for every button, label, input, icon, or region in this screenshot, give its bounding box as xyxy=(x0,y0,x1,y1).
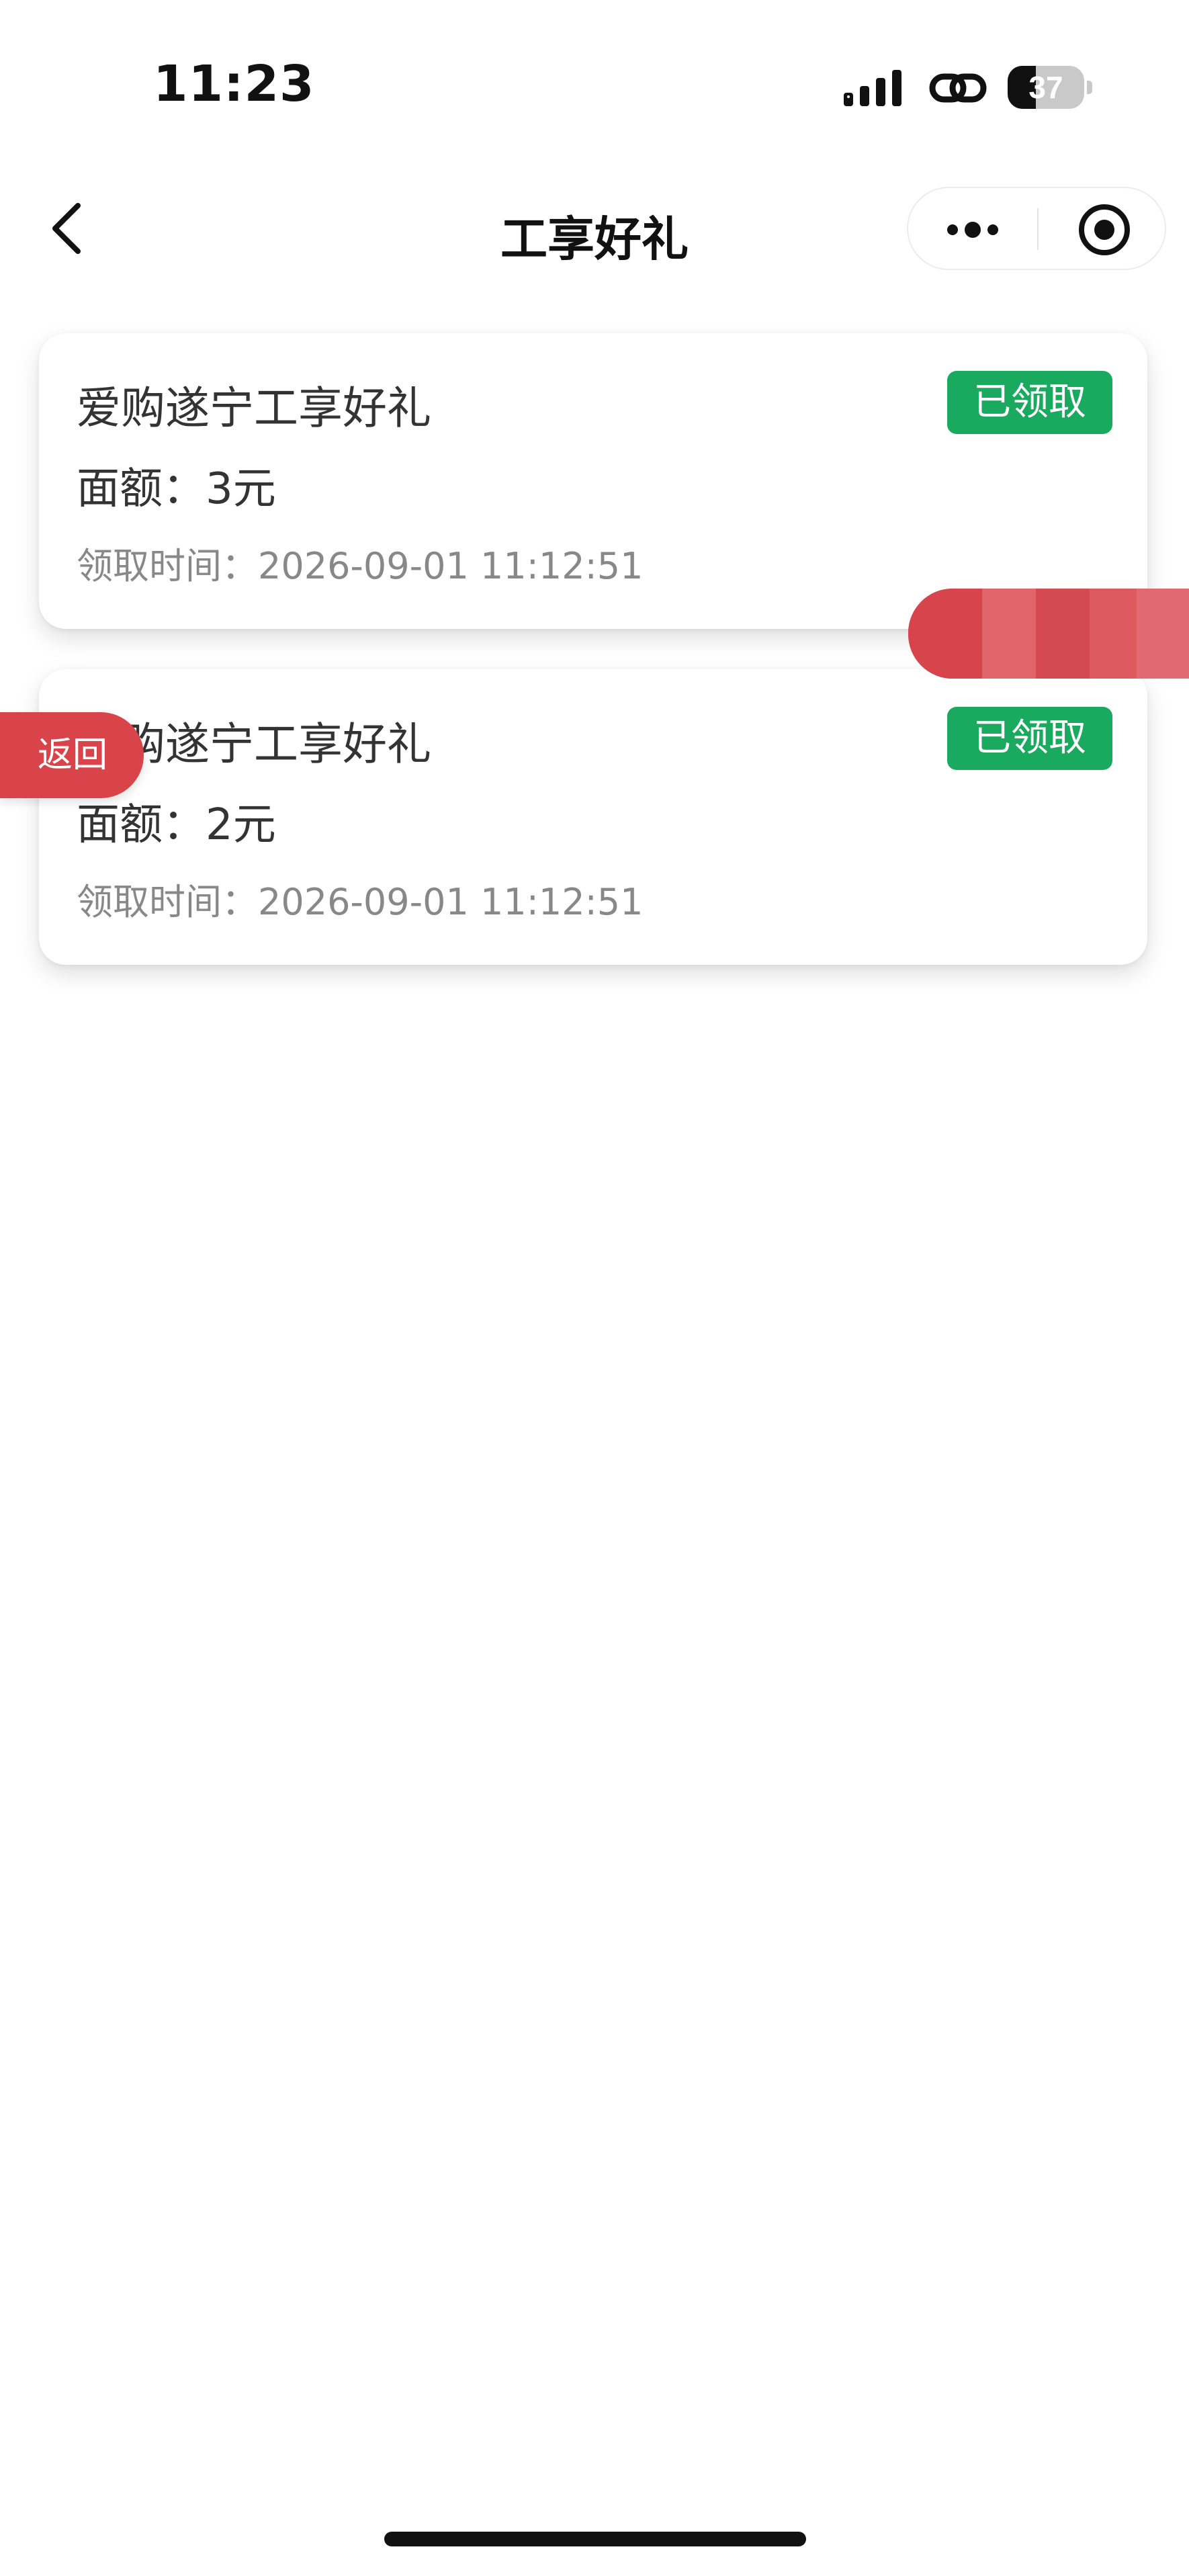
coupon-title: 爱购遂宁工享好礼 xyxy=(77,382,431,434)
mosaic-block xyxy=(1090,589,1137,679)
coupon-amount: 面额：2元 xyxy=(77,800,276,850)
battery-cap xyxy=(1087,81,1092,94)
battery-body: 37 xyxy=(1008,66,1084,109)
status-bar: 11:23 37 xyxy=(0,0,1189,155)
nav-bar: 工享好礼 xyxy=(0,175,1189,282)
return-button[interactable]: 返回 xyxy=(0,712,144,798)
signal-icon xyxy=(844,70,901,106)
mosaic-block xyxy=(1036,589,1090,679)
mosaic-block xyxy=(1137,589,1189,679)
coupon-card[interactable]: 爱购遂宁工享好礼 已领取 面额：2元 领取时间：2026-09-01 11:12… xyxy=(39,669,1147,965)
mini-program-capsule xyxy=(907,187,1166,270)
battery-level: 37 xyxy=(1028,70,1063,105)
blurred-floating-tab[interactable] xyxy=(908,589,1189,679)
coupon-received-time: 领取时间：2026-09-01 11:12:51 xyxy=(77,881,644,923)
status-time: 11:23 xyxy=(153,55,315,113)
capsule-divider xyxy=(1037,208,1039,250)
coupon-amount: 面额：3元 xyxy=(77,464,276,514)
mosaic-block xyxy=(908,589,982,679)
mosaic-block xyxy=(982,589,1036,679)
status-badge: 已领取 xyxy=(947,707,1112,770)
home-indicator[interactable] xyxy=(384,2532,806,2546)
more-dots-icon[interactable] xyxy=(932,202,1013,258)
link-icon xyxy=(929,73,987,103)
battery-icon: 37 xyxy=(1008,66,1095,109)
coupon-card[interactable]: 爱购遂宁工享好礼 已领取 面额：3元 领取时间：2026-09-01 11:12… xyxy=(39,333,1147,629)
target-circle-icon[interactable] xyxy=(1064,202,1145,258)
status-badge: 已领取 xyxy=(947,371,1112,434)
coupon-received-time: 领取时间：2026-09-01 11:12:51 xyxy=(77,545,644,587)
